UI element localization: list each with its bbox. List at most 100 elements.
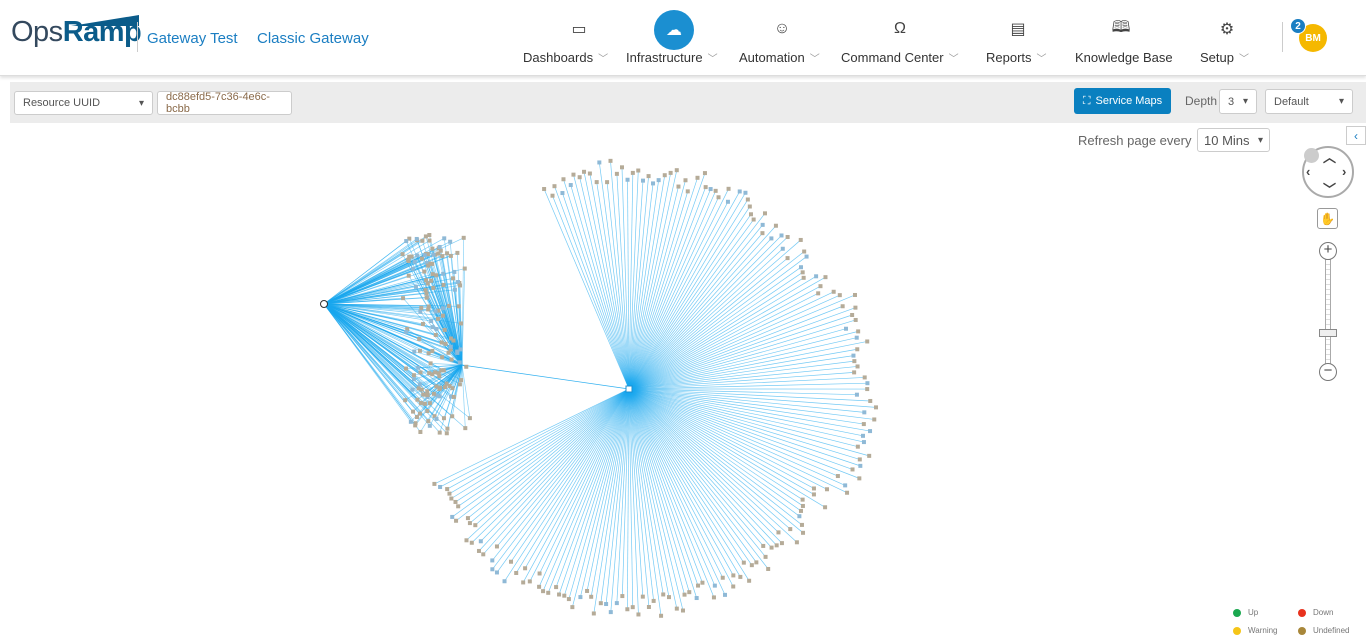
graph-node[interactable] [685, 189, 690, 194]
graph-node[interactable] [798, 237, 803, 242]
graph-node[interactable] [855, 444, 860, 449]
graph-node[interactable] [720, 575, 725, 580]
graph-node[interactable] [597, 160, 602, 165]
graph-node[interactable] [747, 204, 752, 209]
graph-node[interactable] [464, 364, 469, 369]
graph-node[interactable] [858, 463, 863, 468]
graph-node[interactable] [424, 295, 429, 300]
graph-node[interactable] [682, 592, 687, 597]
graph-node[interactable] [430, 272, 435, 277]
graph-node[interactable] [851, 353, 856, 358]
graph-node[interactable] [434, 273, 439, 278]
graph-node[interactable] [725, 199, 730, 204]
graph-node[interactable] [763, 554, 768, 559]
graph-node[interactable] [769, 236, 774, 241]
nav-automation[interactable]: ☺ Automation ﹀ [739, 0, 820, 76]
graph-node[interactable] [774, 543, 779, 548]
graph-node[interactable] [743, 190, 748, 195]
graph-node[interactable] [441, 416, 446, 421]
depth-select[interactable]: 3 ▾ [1219, 89, 1257, 114]
graph-node[interactable] [451, 394, 456, 399]
graph-node[interactable] [794, 540, 799, 545]
graph-node[interactable] [456, 280, 461, 285]
graph-node[interactable] [427, 401, 432, 406]
graph-node[interactable] [494, 570, 499, 575]
graph-node[interactable] [458, 347, 463, 352]
graph-node[interactable] [852, 359, 857, 364]
graph-node[interactable] [589, 594, 594, 599]
graph-node[interactable] [674, 606, 679, 611]
graph-node[interactable] [427, 233, 432, 238]
graph-node[interactable] [430, 325, 435, 330]
graph-node[interactable] [418, 370, 423, 375]
graph-node[interactable] [766, 566, 771, 571]
graph-node[interactable] [703, 185, 708, 190]
graph-node[interactable] [867, 453, 872, 458]
graph-node[interactable] [614, 171, 619, 176]
graph-node[interactable] [614, 601, 619, 606]
graph-node[interactable] [823, 505, 828, 510]
graph-node[interactable] [427, 423, 432, 428]
graph-node[interactable] [865, 381, 870, 386]
graph-node[interactable] [521, 580, 526, 585]
graph-node[interactable] [420, 322, 425, 327]
graph-node[interactable] [776, 530, 781, 535]
graph-node[interactable] [598, 601, 603, 606]
graph-node[interactable] [760, 231, 765, 236]
graph-node[interactable] [696, 583, 701, 588]
graph-node[interactable] [461, 235, 466, 240]
graph-node[interactable] [562, 593, 567, 598]
graph-node[interactable] [462, 266, 467, 271]
graph-node[interactable] [570, 605, 575, 610]
graph-node[interactable] [857, 457, 862, 462]
nav-setup[interactable]: ⚙ Setup ﹀ [1200, 0, 1249, 76]
graph-node[interactable] [439, 340, 444, 345]
nav-reports[interactable]: ▤ Reports ﹀ [986, 0, 1047, 76]
graph-node[interactable] [695, 175, 700, 180]
graph-node[interactable] [854, 392, 859, 397]
graph-node[interactable] [457, 382, 462, 387]
hand-tool-icon[interactable]: ✋ [1317, 208, 1338, 229]
graph-node[interactable] [550, 193, 555, 198]
graph-node[interactable] [417, 336, 422, 341]
graph-node[interactable] [418, 400, 423, 405]
graph-node[interactable] [452, 287, 457, 292]
graph-node[interactable] [478, 539, 483, 544]
graph-node[interactable] [400, 252, 405, 257]
graph-node[interactable] [445, 251, 450, 256]
graph-node[interactable] [674, 168, 679, 173]
graph-node[interactable] [687, 590, 692, 595]
graph-node[interactable] [541, 589, 546, 594]
graph-node[interactable] [605, 180, 610, 185]
graph-node[interactable] [676, 184, 681, 189]
graph-node[interactable] [823, 275, 828, 280]
graph-node[interactable] [418, 411, 423, 416]
graph-node[interactable] [417, 348, 422, 353]
graph-node[interactable] [434, 416, 439, 421]
graph-node[interactable] [862, 410, 867, 415]
graph-node[interactable] [437, 244, 442, 249]
graph-node[interactable] [439, 368, 444, 373]
zoom-slider-track[interactable] [1325, 259, 1331, 367]
graph-node[interactable] [831, 289, 836, 294]
graph-node[interactable] [430, 348, 435, 353]
graph-node[interactable] [852, 370, 857, 375]
graph-node[interactable] [446, 303, 451, 308]
graph-node[interactable] [455, 350, 460, 355]
graph-node[interactable] [449, 357, 454, 362]
graph-node[interactable] [625, 177, 630, 182]
graph-node[interactable] [798, 508, 803, 513]
graph-node[interactable] [800, 497, 805, 502]
graph-node[interactable] [494, 544, 499, 549]
pan-control[interactable]: ︿ ﹀ ‹ › [1302, 146, 1354, 198]
graph-node[interactable] [463, 426, 468, 431]
graph-node[interactable] [441, 306, 446, 311]
root-node[interactable] [320, 300, 328, 308]
graph-node[interactable] [415, 253, 420, 258]
pan-right-icon[interactable]: › [1342, 164, 1346, 179]
graph-node[interactable] [509, 559, 514, 564]
graph-node[interactable] [414, 236, 419, 241]
notification-badge[interactable]: 2 [1290, 18, 1306, 34]
graph-node[interactable] [683, 178, 688, 183]
service-maps-button[interactable]: ⛶ Service Maps [1074, 88, 1171, 114]
